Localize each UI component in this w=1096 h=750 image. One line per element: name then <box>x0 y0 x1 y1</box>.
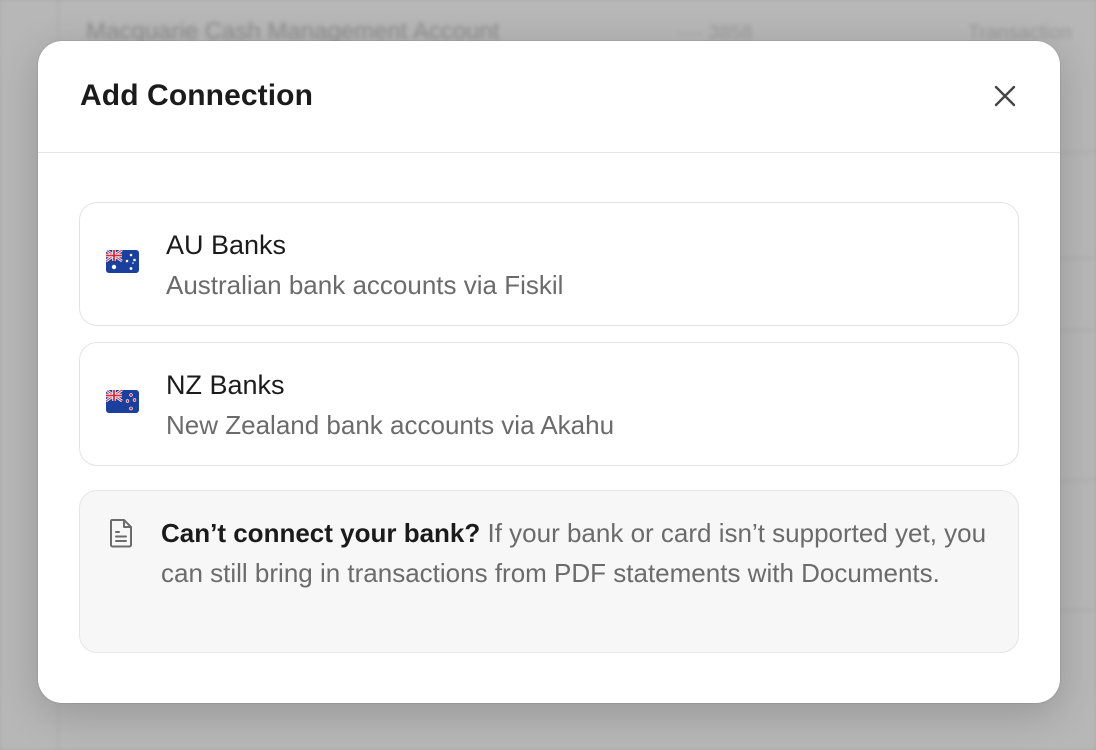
documents-info-box: Can’t connect your bank? If your bank or… <box>79 490 1019 653</box>
new-zealand-flag-icon <box>106 390 139 413</box>
document-icon <box>108 518 134 548</box>
add-connection-dialog: Add Connection AU Banks Australian bank … <box>38 41 1060 703</box>
dialog-header: Add Connection <box>38 41 1060 153</box>
close-button[interactable] <box>990 81 1020 111</box>
info-text: Can’t connect your bank? If your bank or… <box>161 513 988 593</box>
option-description: Australian bank accounts via Fiskil <box>166 270 564 300</box>
au-banks-option[interactable]: AU Banks Australian bank accounts via Fi… <box>79 202 1019 326</box>
australia-flag-icon <box>106 250 139 273</box>
nz-banks-option[interactable]: NZ Banks New Zealand bank accounts via A… <box>79 342 1019 466</box>
info-heading: Can’t connect your bank? <box>161 518 481 548</box>
close-icon <box>994 85 1016 107</box>
option-title: NZ Banks <box>166 370 285 400</box>
option-description: New Zealand bank accounts via Akahu <box>166 410 615 440</box>
option-title: AU Banks <box>166 230 287 260</box>
dialog-title: Add Connection <box>80 79 314 112</box>
